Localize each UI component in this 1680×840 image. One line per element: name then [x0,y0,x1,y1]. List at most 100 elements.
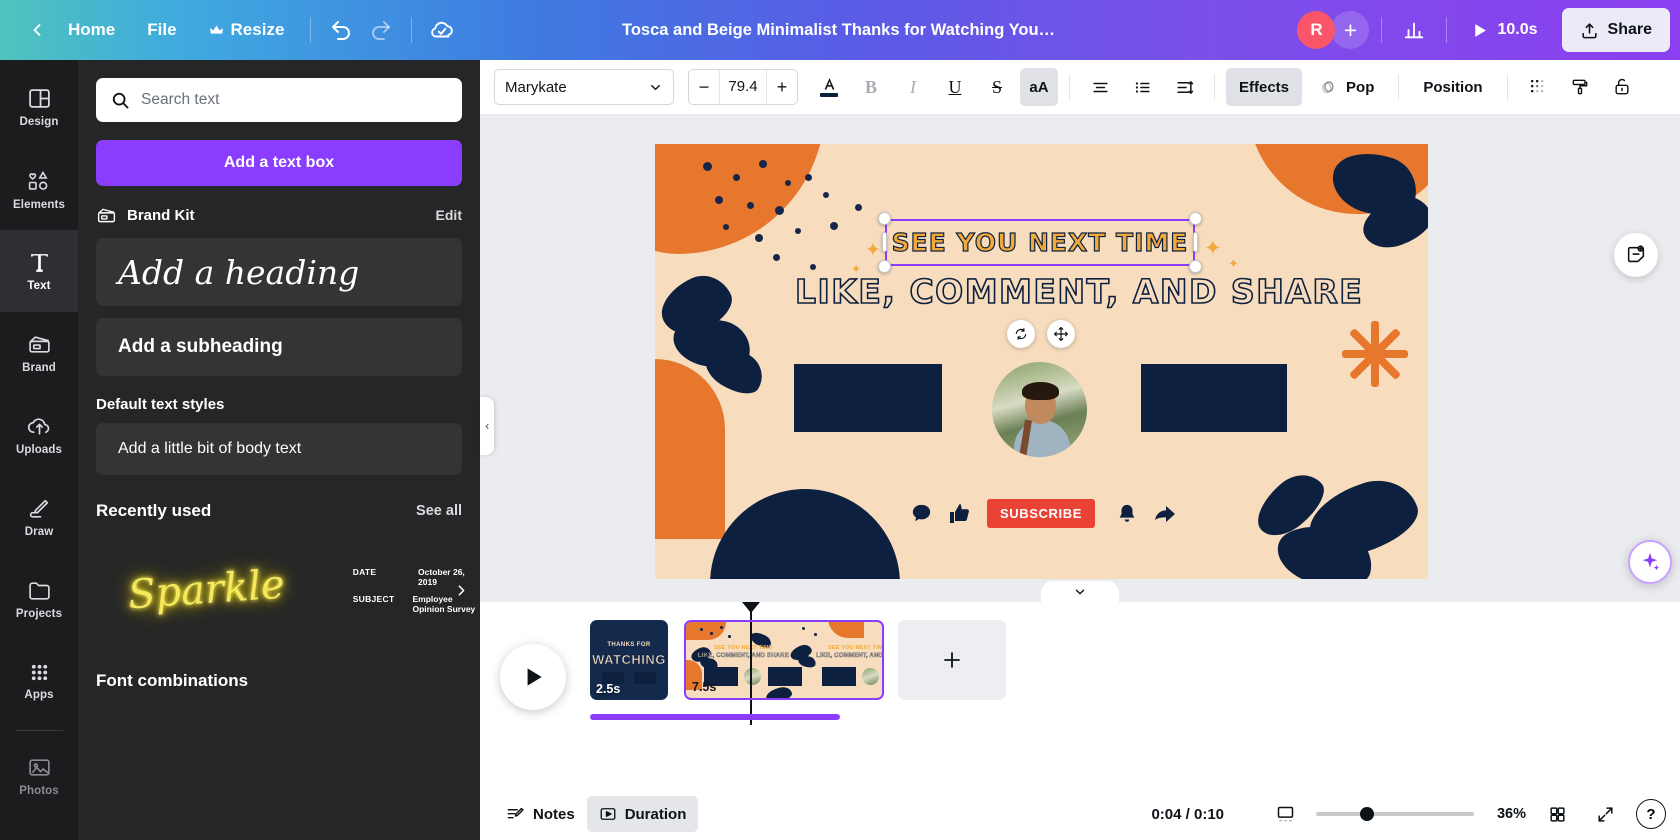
sidebar-label-draw: Draw [24,526,54,538]
font-size-increase-button[interactable]: + [767,70,797,104]
recent-next-button[interactable] [446,575,476,605]
add-text-box-button[interactable]: Add a text box [96,140,462,186]
divider [1398,74,1400,100]
text-color-button[interactable] [810,68,848,106]
search-box[interactable] [96,78,462,122]
grid-view-button[interactable] [1540,797,1574,831]
resize-menu[interactable]: Resize [193,13,301,47]
sidebar-item-photos[interactable]: Photos [0,735,78,817]
recent-item-sparkle[interactable]: Sparkle [127,562,287,619]
sidebar-item-elements[interactable]: Elements [0,148,78,230]
like-button[interactable] [948,502,972,526]
divider [1506,74,1508,100]
decor-dot [775,206,784,215]
design-rect-left[interactable] [794,364,942,432]
decor-orange-top-left [655,144,825,254]
brand-kit-edit-link[interactable]: Edit [436,207,462,223]
lock-button[interactable] [1603,68,1641,106]
font-family-select[interactable]: Marykate [494,69,674,105]
sidebar-item-brand[interactable]: Brand [0,312,78,394]
sticker-feedback-button[interactable] [1614,233,1658,277]
scene2-dot [710,632,713,635]
see-all-link[interactable]: See all [416,503,462,519]
resize-handle-left[interactable] [882,232,887,252]
share-button[interactable]: Share [1561,8,1670,52]
timeline-progress-bar[interactable] [590,714,840,720]
duration-icon [600,808,616,820]
panel-collapse-button[interactable] [480,397,494,455]
position-button[interactable]: Position [1410,68,1495,106]
search-input[interactable] [141,91,448,109]
text-align-button[interactable] [1081,68,1119,106]
fullscreen-button[interactable] [1588,797,1622,831]
design-rect-right[interactable] [1141,364,1287,432]
move-handle[interactable] [1047,320,1075,348]
bell-button[interactable] [1116,503,1138,525]
letter-case-button[interactable]: aA [1020,68,1058,106]
resize-handle-top-left[interactable] [878,212,891,225]
redo-button[interactable] [361,10,401,50]
back-button[interactable] [22,15,52,45]
design-canvas[interactable]: ✦ ✦ ✦ ✦ SEE YOU NEXT TIME LIKE, COMMENT,… [655,144,1428,579]
zoom-percent-label[interactable]: 36% [1488,806,1526,822]
page-view-button[interactable] [1268,797,1302,831]
duration-button[interactable]: Duration [586,796,699,832]
effects-button[interactable]: Effects [1226,68,1303,106]
sidebar-item-text[interactable]: Text [0,230,78,312]
help-button[interactable]: ? [1636,799,1666,829]
share-button[interactable] [1153,502,1177,526]
sidebar-item-draw[interactable]: Draw [0,476,78,558]
undo-button[interactable] [321,10,361,50]
add-subheading-card[interactable]: Add a subheading [96,318,462,376]
sidebar-item-design[interactable]: Design [0,66,78,148]
comment-button[interactable] [910,502,933,525]
canvas-area[interactable]: ✦ ✦ ✦ ✦ SEE YOU NEXT TIME LIKE, COMMENT,… [480,115,1680,602]
selected-text-element[interactable]: SEE YOU NEXT TIME [878,212,1202,273]
canvas-expand-tab[interactable] [1041,581,1119,602]
sidebar-label-text: Text [27,280,51,292]
design-title[interactable]: Tosca and Beige Minimalist Thanks for Wa… [610,15,1070,46]
zoom-slider[interactable] [1316,807,1474,821]
copy-style-button[interactable] [1561,68,1599,106]
transparency-button[interactable] [1519,68,1557,106]
default-text-styles-label: Default text styles [96,396,225,413]
bullet-list-button[interactable] [1123,68,1161,106]
zoom-slider-knob[interactable] [1360,807,1374,821]
subline-text[interactable]: LIKE, COMMENT, AND SHARE [794,271,1362,312]
timeline-scene-2[interactable]: SEE YOU NEXT TIME LIKE, COMMENT, AND SHA… [684,620,884,700]
sidebar-item-uploads[interactable]: Uploads [0,394,78,476]
save-status-button[interactable] [422,10,462,50]
italic-label: I [910,76,916,97]
notes-button[interactable]: Notes [494,796,587,832]
add-body-text-label: Add a little bit of body text [118,440,302,457]
add-page-button[interactable] [898,620,1006,700]
preview-duration-button[interactable]: 10.0s [1459,14,1549,46]
magic-studio-button[interactable] [1628,540,1672,584]
sidebar-item-apps[interactable]: Apps [0,640,78,722]
strikethrough-button[interactable]: S [978,68,1016,106]
italic-button[interactable]: I [894,68,932,106]
timeline-play-button[interactable] [500,644,566,710]
scene1-duration: 2.5s [596,682,621,696]
add-collaborator-button[interactable]: + [1331,11,1370,49]
font-size-value[interactable]: 79.4 [719,70,767,104]
subscribe-button[interactable]: SUBSCRIBE [987,499,1095,528]
bold-button[interactable]: B [852,68,890,106]
user-avatar[interactable]: R [1297,11,1336,49]
file-menu[interactable]: File [131,13,192,47]
rotate-handle[interactable] [1007,320,1035,348]
home-menu[interactable]: Home [52,13,131,47]
resize-handle-right[interactable] [1193,232,1198,252]
sidebar-item-projects[interactable]: Projects [0,558,78,640]
add-heading-card[interactable]: Add a heading [96,238,462,306]
font-size-decrease-button[interactable]: − [689,70,719,104]
line-spacing-button[interactable] [1165,68,1203,106]
add-body-text-card[interactable]: Add a little bit of body text [96,423,462,475]
resize-handle-top-right[interactable] [1189,212,1202,225]
animate-button[interactable]: Pop [1306,68,1387,106]
insights-button[interactable] [1394,10,1434,50]
timeline-scene-1[interactable]: THANKS FOR WATCHING 2.5s [590,620,668,700]
underline-button[interactable]: U [936,68,974,106]
rail-divider [15,730,63,731]
profile-photo[interactable] [992,362,1087,457]
